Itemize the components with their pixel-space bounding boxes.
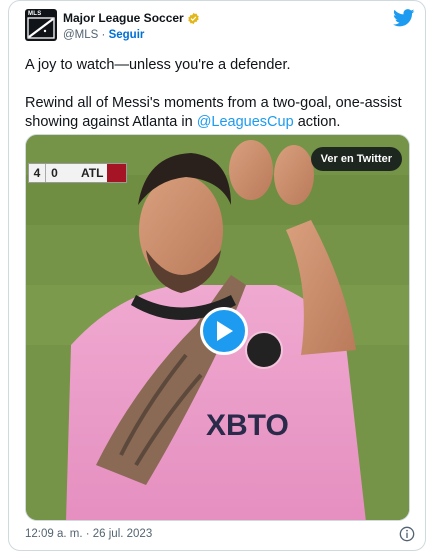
play-icon — [217, 321, 233, 341]
twitter-bird-icon[interactable] — [393, 9, 415, 27]
mention-link[interactable]: @LeaguesCup — [197, 114, 294, 130]
away-team-label: ATL — [81, 166, 104, 180]
view-on-twitter-button[interactable]: Ver en Twitter — [310, 147, 402, 171]
away-score: 0 — [51, 166, 58, 180]
author-block: Major League Soccer @MLS · Seguir — [63, 9, 200, 45]
meta-separator: · — [101, 29, 106, 41]
jersey-sponsor-text: XBTO — [206, 409, 289, 442]
author-name[interactable]: Major League Soccer — [63, 11, 184, 25]
play-button[interactable] — [200, 307, 248, 355]
away-team-color-swatch — [107, 164, 126, 182]
avatar[interactable]: MLS — [25, 9, 57, 41]
follow-button[interactable]: Seguir — [109, 29, 145, 41]
tweet-line-2-end: action. — [293, 114, 341, 130]
gold-verified-icon — [187, 12, 200, 25]
tweet-line-2: Rewind all of Messi's moments from a two… — [25, 94, 415, 132]
video-media[interactable]: XBTO 4 0 ATL Ver en Twitter — [25, 134, 410, 521]
author-handle[interactable]: @MLS — [63, 29, 98, 41]
tweet-embed-card: MLS Major League Soccer @MLS · Seguir A … — [8, 0, 426, 551]
tweet-line-1: A joy to watch—unless you're a defender. — [25, 57, 291, 73]
scoreboard: 4 0 ATL — [28, 163, 127, 183]
info-icon[interactable] — [399, 526, 415, 542]
tweet-timestamp[interactable]: 12:09 a. m. · 26 jul. 2023 — [25, 528, 152, 540]
home-score: 4 — [29, 164, 46, 182]
